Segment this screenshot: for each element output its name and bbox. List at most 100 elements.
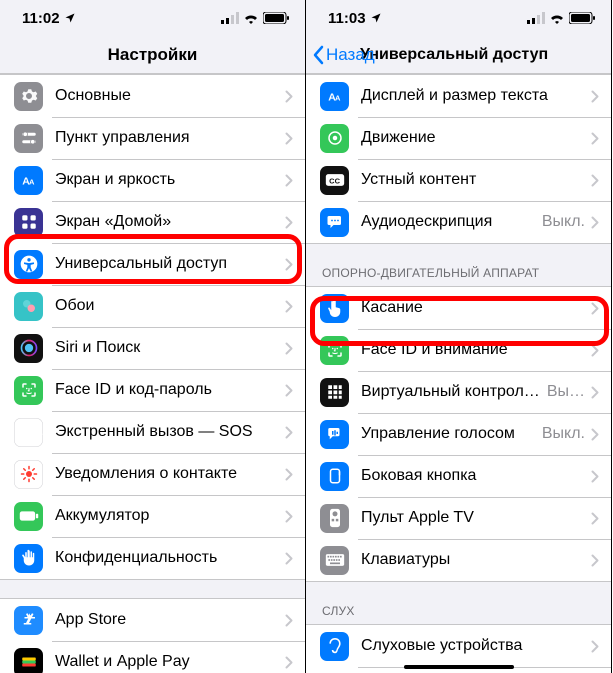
settings-row[interactable]: Уведомления о контакте [0, 453, 305, 495]
row-label: Основные [55, 87, 285, 105]
settings-row[interactable]: Клавиатуры [306, 539, 611, 581]
settings-row[interactable]: Виртуальный контроллер Вы… [306, 371, 611, 413]
row-label: Wallet и Apple Pay [55, 653, 285, 671]
settings-row[interactable]: Face ID и код-пароль [0, 369, 305, 411]
row-value: Вы… [547, 383, 585, 401]
settings-row[interactable]: AA Дисплей и размер текста [306, 75, 611, 117]
row-label: Клавиатуры [361, 551, 591, 569]
chevron-right-icon [285, 216, 293, 229]
location-icon [370, 12, 382, 24]
button-icon [320, 462, 349, 491]
tap-icon [320, 294, 349, 323]
row-value: Выкл. [542, 213, 585, 231]
row-label: Касание [361, 299, 591, 317]
signal-icon [527, 12, 545, 24]
chevron-right-icon [285, 656, 293, 669]
settings-row[interactable]: Face ID и внимание [306, 329, 611, 371]
status-time: 11:02 [22, 10, 60, 27]
sos-icon: SOS [14, 418, 43, 447]
chevron-right-icon [591, 302, 599, 315]
row-label: Универсальный доступ [55, 255, 285, 273]
chevron-right-icon [285, 384, 293, 397]
chevron-left-icon [312, 45, 324, 65]
cc-icon: CC [320, 166, 349, 195]
status-bar: 11:03 [306, 0, 611, 36]
settings-row[interactable]: SOS Экстренный вызов — SOS [0, 411, 305, 453]
screen-settings: 11:02 Настройки Основные Пункт управлени… [0, 0, 306, 673]
chevron-right-icon [591, 470, 599, 483]
status-indicators [221, 12, 289, 24]
textsize-icon: AA [320, 82, 349, 111]
settings-row[interactable]: AA Экран и яркость [0, 159, 305, 201]
settings-row[interactable]: Аудиодескрипция Выкл. [306, 201, 611, 243]
chevron-right-icon [285, 300, 293, 313]
status-time: 11:03 [328, 10, 366, 27]
settings-row[interactable]: Управление голосом Выкл. [306, 413, 611, 455]
faceid-icon [320, 336, 349, 365]
battery-icon [263, 12, 289, 24]
settings-row[interactable]: Siri и Поиск [0, 327, 305, 369]
remote-icon [320, 504, 349, 533]
row-label: Конфиденциальность [55, 549, 285, 567]
chevron-right-icon [591, 554, 599, 567]
back-label: Назад [326, 45, 375, 65]
wallpaper-icon [14, 292, 43, 321]
settings-row[interactable]: Движение [306, 117, 611, 159]
row-label: Экстренный вызов — SOS [55, 423, 285, 441]
chevron-right-icon [591, 386, 599, 399]
settings-row[interactable]: Пункт управления [0, 117, 305, 159]
row-label: Аудиодескрипция [361, 213, 542, 231]
chevron-right-icon [591, 512, 599, 525]
settings-row[interactable]: Пульт Apple TV [306, 497, 611, 539]
row-label: Управление голосом [361, 425, 542, 443]
settings-row[interactable]: Аккумулятор [0, 495, 305, 537]
faceid-icon [14, 376, 43, 405]
row-label: Экран и яркость [55, 171, 285, 189]
signal-icon [221, 12, 239, 24]
switches-icon [14, 124, 43, 153]
siri-icon [14, 334, 43, 363]
nav-bar: Настройки [0, 36, 305, 74]
section-header-motor: ОПОРНО-ДВИГАТЕЛЬНЫЙ АППАРАТ [306, 262, 611, 286]
chevron-right-icon [285, 552, 293, 565]
screen-accessibility: 11:03 Назад Универсальный доступ AA Дисп… [306, 0, 612, 673]
settings-row[interactable]: Универсальный доступ [0, 243, 305, 285]
chevron-right-icon [591, 216, 599, 229]
back-button[interactable]: Назад [312, 45, 375, 65]
accessibility-list[interactable]: AA Дисплей и размер текста Движение CC У… [306, 74, 611, 673]
settings-row[interactable]: Обои [0, 285, 305, 327]
row-label: Устный контент [361, 171, 591, 189]
chevron-right-icon [285, 510, 293, 523]
battery-icon [569, 12, 595, 24]
keyboard-icon [320, 546, 349, 575]
settings-row[interactable]: Основные [0, 75, 305, 117]
wallet-icon [14, 648, 43, 673]
settings-row[interactable]: Конфиденциальность [0, 537, 305, 579]
settings-list[interactable]: Основные Пункт управления AA Экран и ярк… [0, 74, 305, 673]
wifi-icon [243, 12, 259, 24]
row-label: Siri и Поиск [55, 339, 285, 357]
row-label: Пульт Apple TV [361, 509, 591, 527]
chevron-right-icon [591, 344, 599, 357]
settings-row[interactable]: Боковая кнопка [306, 455, 611, 497]
settings-row[interactable]: Слуховые устройства [306, 625, 611, 667]
access-icon [14, 250, 43, 279]
chevron-right-icon [285, 174, 293, 187]
row-label: Аккумулятор [55, 507, 285, 525]
appstore-icon [14, 606, 43, 635]
settings-row[interactable]: Касание [306, 287, 611, 329]
chevron-right-icon [591, 640, 599, 653]
settings-row[interactable]: App Store [0, 599, 305, 641]
section-header-hearing: СЛУХ [306, 600, 611, 624]
settings-row[interactable]: Экран «Домой» [0, 201, 305, 243]
row-label: Экран «Домой» [55, 213, 285, 231]
chevron-right-icon [285, 90, 293, 103]
voice-icon [320, 420, 349, 449]
settings-row[interactable]: Wallet и Apple Pay [0, 641, 305, 673]
row-value: Выкл. [542, 425, 585, 443]
settings-row[interactable]: CC Устный контент [306, 159, 611, 201]
chevron-right-icon [591, 174, 599, 187]
row-label: Face ID и внимание [361, 341, 591, 359]
location-icon [64, 12, 76, 24]
chevron-right-icon [285, 258, 293, 271]
